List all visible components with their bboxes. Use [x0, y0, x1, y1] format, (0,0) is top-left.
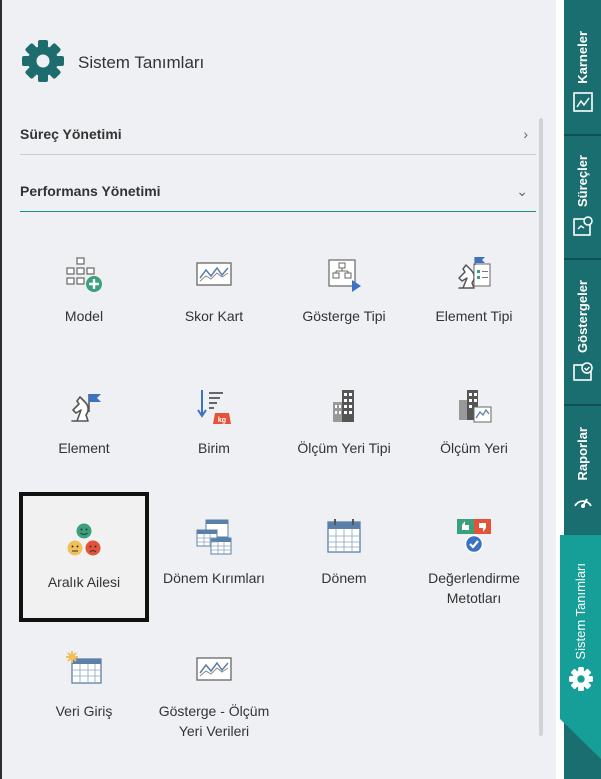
unit-icon: kg: [197, 390, 231, 424]
reports-icon: [573, 498, 592, 508]
panel-header: Sistem Tanımları: [22, 39, 205, 87]
divider-active: [20, 211, 536, 212]
tile-donem-kirimlari[interactable]: Dönem Kırımları: [149, 492, 279, 622]
tile-label: Element: [58, 440, 110, 456]
measurement-location-type-icon: [333, 390, 354, 422]
rail-tab-label: Göstergeler: [575, 279, 590, 353]
indicator-location-data-icon: [196, 657, 232, 681]
section-label: Performans Yönetimi: [20, 183, 161, 199]
tile-degerlendirme-metotlari[interactable]: Değerlendirme Metotları: [409, 492, 539, 622]
tile-label: Dönem: [321, 570, 367, 586]
tile-donem[interactable]: Dönem: [279, 492, 409, 622]
section-label: Süreç Yönetimi: [20, 126, 122, 142]
element-icon: [71, 394, 101, 422]
period-icon: [327, 519, 361, 553]
score-card-icon: [196, 262, 232, 286]
rail-tab-raporlar[interactable]: Raporlar: [564, 410, 601, 528]
data-entry-icon: [66, 651, 102, 684]
settings-panel: Sistem Tanımları Süreç Yönetimi › Perfor…: [2, 0, 556, 779]
rail-tab-gostergeler[interactable]: Göstergeler: [564, 264, 601, 398]
tile-label: Element Tipi: [435, 308, 513, 324]
tile-veri-giris[interactable]: Veri Giriş: [19, 625, 149, 755]
chevron-right-icon: ›: [523, 126, 528, 142]
tile-element-tipi[interactable]: Element Tipi: [409, 230, 539, 360]
indicators-icon: [572, 362, 593, 382]
section-surec-yonetimi[interactable]: Süreç Yönetimi ›: [20, 115, 536, 153]
indicator-type-icon: [328, 259, 361, 292]
rail-tab-sistem-tanimlari[interactable]: Sistem Tanımları: [560, 535, 601, 719]
tile-label: Gösterge Tipi: [302, 308, 386, 324]
gear-icon: [568, 667, 593, 692]
tile-label: Gösterge - Ölçüm Yeri Verileri: [158, 703, 270, 739]
tile-birim[interactable]: kg Birim: [149, 362, 279, 492]
rail-tab-label: Süreçler: [575, 154, 590, 208]
tile-element[interactable]: Element: [19, 362, 149, 492]
rail-divider: [564, 258, 601, 260]
scrollbar[interactable]: [539, 118, 543, 736]
rail-tab-label: Karneler: [575, 30, 590, 84]
tile-label: Ölçüm Yeri Tipi: [297, 440, 391, 456]
active-tab-pointer: [560, 719, 601, 759]
rail-tab-surecler[interactable]: Süreçler: [564, 140, 601, 252]
rail-tab-label: Raporlar: [575, 427, 590, 481]
scorecards-icon: [572, 92, 593, 113]
rail-divider: [564, 134, 601, 136]
tile-label: Model: [64, 308, 104, 324]
processes-icon: [572, 216, 593, 236]
tile-label: Ölçüm Yeri: [440, 440, 508, 456]
rail-tab-label: Sistem Tanımları: [573, 562, 588, 660]
tile-gosterge-olcum-yeri-verileri[interactable]: Gösterge - Ölçüm Yeri Verileri: [149, 625, 279, 755]
tile-label: Değerlendirme Metotları: [428, 570, 520, 606]
chevron-down-icon: ⌄: [516, 182, 528, 199]
measurement-location-icon: [459, 390, 492, 423]
element-type-icon: [458, 257, 491, 289]
model-icon: [66, 257, 102, 292]
tile-gosterge-tipi[interactable]: Gösterge Tipi: [279, 230, 409, 360]
tile-label: Birim: [198, 440, 230, 456]
tile-label: Aralık Ailesi: [47, 574, 121, 590]
evaluation-methods-icon: [457, 519, 491, 554]
tile-label: Veri Giriş: [55, 703, 113, 719]
period-breakdown-icon: [196, 519, 232, 555]
tile-olcum-yeri[interactable]: Ölçüm Yeri: [409, 362, 539, 492]
section-performans-yonetimi[interactable]: Performans Yönetimi ⌄: [20, 172, 536, 210]
gear-icon: [22, 39, 64, 87]
side-nav-rail: Karneler Süreçler Göstergeler Raporlar S…: [556, 0, 601, 779]
svg-text:kg: kg: [218, 417, 226, 424]
tile-skor-kart[interactable]: Skor Kart: [149, 230, 279, 360]
tile-aralik-ailesi[interactable]: Aralık Ailesi: [19, 492, 149, 622]
tile-label: Skor Kart: [184, 308, 244, 324]
tile-olcum-yeri-tipi[interactable]: Ölçüm Yeri Tipi: [279, 362, 409, 492]
range-family-icon: [67, 523, 101, 556]
divider: [20, 154, 536, 155]
tile-label: Dönem Kırımları: [163, 570, 265, 586]
rail-tab-karneler[interactable]: Karneler: [564, 14, 601, 130]
panel-title: Sistem Tanımları: [78, 53, 205, 72]
rail-divider: [564, 404, 601, 406]
tile-model[interactable]: Model: [19, 230, 149, 360]
